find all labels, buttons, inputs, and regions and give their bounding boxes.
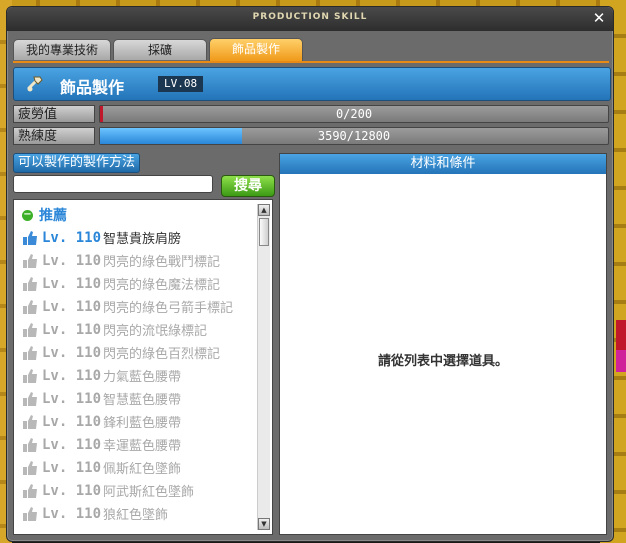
thumbs-up-icon	[23, 345, 37, 360]
tab-underline	[13, 61, 609, 63]
thumbs-up-icon	[23, 276, 37, 291]
mastery-bar: 3590/12800	[99, 127, 609, 145]
close-icon: ✕	[592, 9, 606, 27]
thumbs-up-icon	[23, 391, 37, 406]
recipe-item-name: 閃亮的流氓綠標記	[103, 324, 208, 339]
recipe-item-name: 力氣藍色腰帶	[103, 370, 182, 385]
recipe-item[interactable]: Lv. 110 幸運藍色腰帶	[18, 433, 254, 456]
tab-my-professions[interactable]: 我的專業技術	[13, 39, 111, 60]
thumbs-up-icon	[23, 299, 37, 314]
recipe-item-level: Lv. 110	[42, 436, 102, 453]
category-row[interactable]: − 推薦	[18, 204, 254, 226]
mastery-value: 3590/12800	[317, 129, 391, 143]
recipe-item-name: 鋒利藍色腰帶	[103, 416, 182, 431]
search-button[interactable]: 搜尋	[221, 175, 275, 197]
recipe-item[interactable]: Lv. 110 智慧藍色腰帶	[18, 387, 254, 410]
skill-header: 飾品製作 LV.08	[13, 67, 611, 101]
recipe-item-level: Lv. 110	[42, 229, 102, 246]
fatigue-bar: 0/200	[99, 105, 609, 123]
scroll-down-button[interactable]: ▼	[258, 518, 270, 530]
recipe-item[interactable]: Lv. 110 閃亮的流氓綠標記	[18, 318, 254, 341]
recipe-item-level: Lv. 110	[42, 390, 102, 407]
thumbs-up-icon	[23, 483, 37, 498]
skill-name: 飾品製作	[60, 78, 125, 97]
tab-accessory-crafting[interactable]: 飾品製作	[209, 38, 303, 61]
thumbs-up-icon	[23, 506, 37, 521]
recipe-item-name: 幸運藍色腰帶	[103, 439, 182, 454]
thumbs-up-icon	[23, 437, 37, 452]
recipe-item[interactable]: Lv. 110 智慧貴族肩膀	[18, 226, 254, 249]
thumbs-up-icon	[23, 230, 37, 245]
recipe-item[interactable]: Lv. 110 閃亮的綠色弓箭手標記	[18, 295, 254, 318]
recipe-item-name: 智慧貴族肩膀	[103, 232, 182, 247]
background-scene-pink	[616, 350, 626, 372]
close-button[interactable]: ✕	[591, 10, 607, 26]
arrow-down-icon: ▼	[261, 520, 267, 528]
recipe-item[interactable]: Lv. 110 閃亮的綠色戰鬥標記	[18, 249, 254, 272]
materials-empty-message: 請從列表中選擇道具。	[377, 354, 508, 369]
category-label: 推薦	[39, 208, 67, 224]
scroll-up-button[interactable]: ▲	[258, 204, 270, 216]
production-skill-window: PRODUCTION SKILL ✕ 我的專業技術 採礦 飾品製作 飾品製作 L…	[6, 6, 614, 542]
recipe-list-scrollbar[interactable]: ▲ ▼	[257, 204, 270, 530]
recipe-search-input[interactable]	[13, 175, 213, 193]
recipe-item[interactable]: Lv. 110 力氣藍色腰帶	[18, 364, 254, 387]
tab-mining[interactable]: 採礦	[113, 39, 207, 60]
fatigue-value: 0/200	[335, 107, 373, 121]
stat-label: 疲勞值	[13, 105, 95, 123]
stat-label: 熟練度	[13, 127, 95, 145]
recipe-item[interactable]: Lv. 110 閃亮的綠色魔法標記	[18, 272, 254, 295]
stat-fatigue: 疲勞值 0/200	[13, 105, 609, 123]
recipe-item-name: 閃亮的綠色魔法標記	[103, 278, 221, 293]
thumbs-up-icon	[23, 253, 37, 268]
recipe-item-level: Lv. 110	[42, 367, 102, 384]
materials-title: 材料和條件	[280, 154, 606, 174]
recipe-item-level: Lv. 110	[42, 344, 102, 361]
recipe-item-name: 閃亮的綠色弓箭手標記	[103, 301, 234, 316]
recipe-item-level: Lv. 110	[42, 321, 102, 338]
recipe-panel: 可以製作的製作方法 搜尋 − 推薦 Lv. 110 智慧貴族肩膀 Lv. 110 閃亮…	[13, 153, 275, 535]
recipe-item-name: 阿武斯紅色墜飾	[103, 485, 195, 500]
recipe-item-level: Lv. 110	[42, 413, 102, 430]
thumbs-up-icon	[23, 414, 37, 429]
recipe-item[interactable]: Lv. 110 閃亮的綠色百烈標記	[18, 341, 254, 364]
recipe-item-name: 智慧藍色腰帶	[103, 393, 182, 408]
window-titlebar[interactable]: PRODUCTION SKILL ✕	[7, 7, 613, 31]
recipe-item[interactable]: Lv. 110 狼紅色墜飾	[18, 502, 254, 525]
arrow-up-icon: ▲	[261, 206, 267, 214]
recipe-item-level: Lv. 110	[42, 275, 102, 292]
recipe-item-level: Lv. 110	[42, 252, 102, 269]
collapse-icon[interactable]: −	[22, 209, 33, 221]
background-scene-red	[616, 320, 626, 350]
recipe-item-level: Lv. 110	[42, 459, 102, 476]
recipe-list: − 推薦 Lv. 110 智慧貴族肩膀 Lv. 110 閃亮的綠色戰鬥標記 Lv. 11…	[13, 199, 273, 535]
thumbs-up-icon	[23, 322, 37, 337]
recipe-item-level: Lv. 110	[42, 298, 102, 315]
thumbs-up-icon	[23, 368, 37, 383]
skill-level: LV.08	[158, 76, 204, 92]
thumbs-up-icon	[23, 460, 37, 475]
recipe-list-content: − 推薦 Lv. 110 智慧貴族肩膀 Lv. 110 閃亮的綠色戰鬥標記 Lv. 11…	[18, 204, 254, 525]
recipe-item[interactable]: Lv. 110 鋒利藍色腰帶	[18, 410, 254, 433]
recipe-item-level: Lv. 110	[42, 482, 102, 499]
hammer-icon	[27, 76, 43, 92]
recipe-item-name: 閃亮的綠色戰鬥標記	[103, 255, 221, 270]
recipe-item[interactable]: Lv. 110 阿武斯紅色墜飾	[18, 479, 254, 502]
recipe-item-level: Lv. 110	[42, 505, 102, 522]
recipe-item[interactable]: Lv. 110 佩斯紅色墜飾	[18, 456, 254, 479]
scroll-thumb[interactable]	[259, 218, 269, 246]
recipe-item-name: 佩斯紅色墜飾	[103, 462, 182, 477]
craftable-recipes-button[interactable]: 可以製作的製作方法	[13, 153, 141, 173]
recipe-item-name: 狼紅色墜飾	[103, 508, 169, 523]
recipe-item-name: 閃亮的綠色百烈標記	[103, 347, 221, 362]
window-title: PRODUCTION SKILL	[252, 12, 368, 22]
materials-panel: 材料和條件 請從列表中選擇道具。	[279, 153, 607, 535]
stat-mastery: 熟練度 3590/12800	[13, 127, 609, 145]
